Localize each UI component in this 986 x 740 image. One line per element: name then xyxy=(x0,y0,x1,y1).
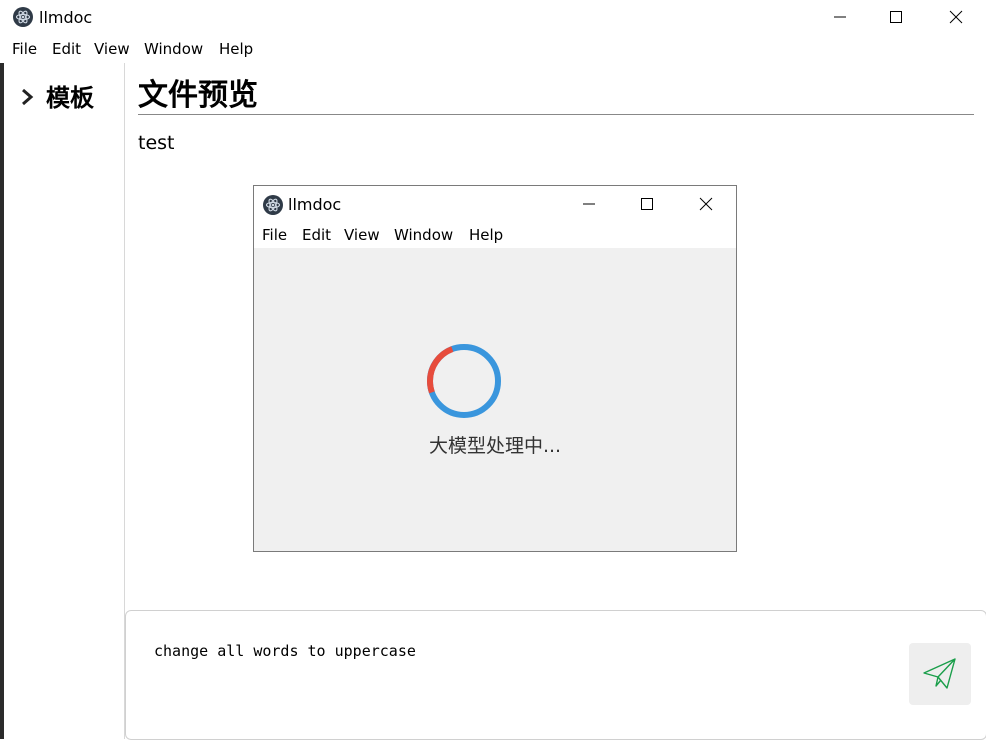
preview-maximize-button[interactable] xyxy=(624,188,670,220)
preview-content: 大模型处理中... xyxy=(254,248,736,551)
close-icon xyxy=(949,10,963,24)
sidebar-item-templates[interactable]: 模板 xyxy=(46,82,94,114)
loading-status-text: 大模型处理中... xyxy=(428,435,562,457)
paper-plane-icon xyxy=(923,658,956,689)
preview-minimize-button[interactable] xyxy=(566,188,612,220)
preview-menu-window[interactable]: Window xyxy=(394,225,453,245)
minimize-button[interactable] xyxy=(817,1,863,33)
preview-menu-help[interactable]: Help xyxy=(469,225,503,245)
menu-view[interactable]: View xyxy=(94,39,130,59)
menu-help[interactable]: Help xyxy=(219,39,253,59)
loading-spinner-icon xyxy=(427,344,501,418)
menu-edit[interactable]: Edit xyxy=(52,39,81,59)
preview-window-title: llmdoc xyxy=(288,195,342,214)
minimize-icon xyxy=(834,16,846,18)
sidebar xyxy=(4,63,125,739)
menu-window[interactable]: Window xyxy=(144,39,203,59)
send-button[interactable] xyxy=(909,643,971,705)
preview-app-icon xyxy=(263,195,283,215)
preview-menu-bar: File Edit View Window Help xyxy=(254,222,736,248)
chat-panel xyxy=(125,610,986,740)
close-button[interactable] xyxy=(933,1,979,33)
close-icon xyxy=(699,197,713,211)
minimize-icon xyxy=(583,203,595,205)
maximize-icon xyxy=(641,198,653,210)
document-text: test xyxy=(138,132,175,154)
preview-window: llmdoc File Edit View Window Help 大模型处理中… xyxy=(253,185,737,552)
chat-input[interactable] xyxy=(154,639,874,663)
title-bar: llmdoc xyxy=(0,0,986,35)
maximize-icon xyxy=(890,11,902,23)
window-title: llmdoc xyxy=(39,8,93,27)
menu-file[interactable]: File xyxy=(12,39,37,59)
preview-menu-edit[interactable]: Edit xyxy=(302,225,331,245)
chevron-right-icon[interactable] xyxy=(20,88,34,106)
page-title: 文件预览 xyxy=(138,78,258,113)
title-divider xyxy=(138,114,974,115)
menu-bar: File Edit View Window Help xyxy=(0,35,986,63)
maximize-button[interactable] xyxy=(873,1,919,33)
preview-menu-file[interactable]: File xyxy=(262,225,287,245)
preview-close-button[interactable] xyxy=(683,188,729,220)
app-icon xyxy=(13,7,33,27)
preview-menu-view[interactable]: View xyxy=(344,225,380,245)
preview-title-bar: llmdoc xyxy=(254,186,736,222)
